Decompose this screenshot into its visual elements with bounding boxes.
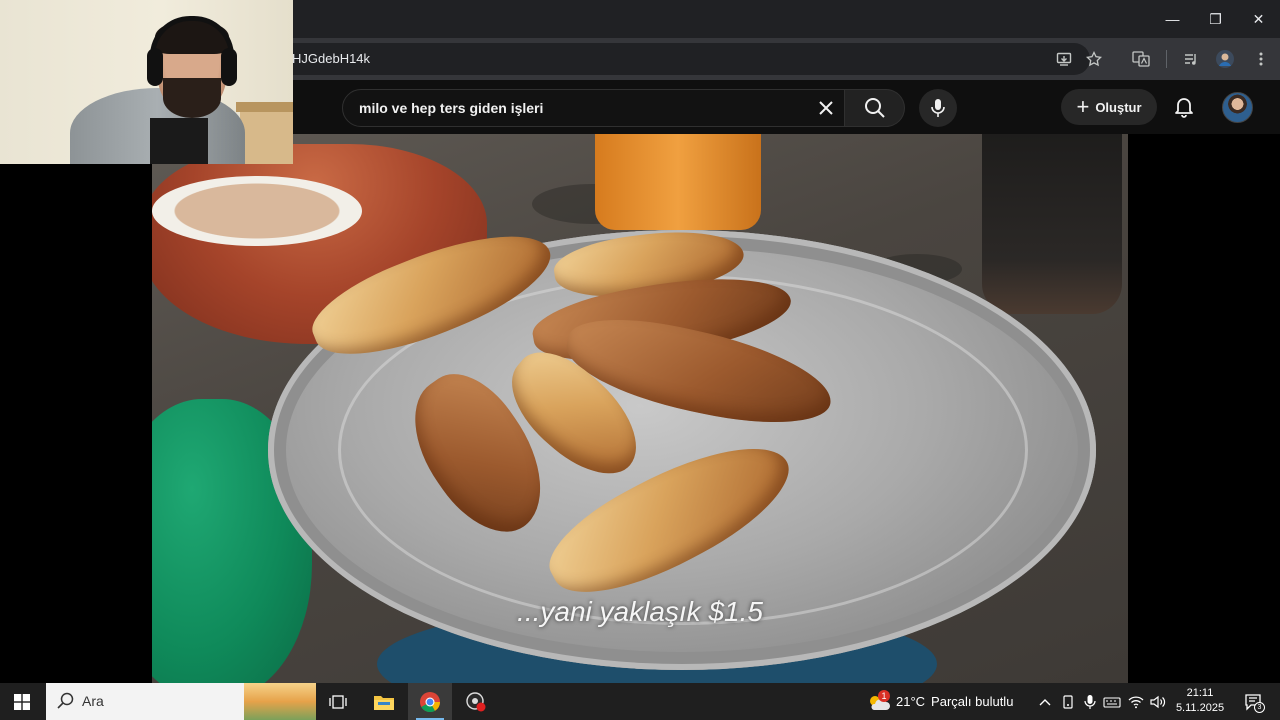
taskbar-search-placeholder: Ara bbox=[82, 693, 104, 709]
url-text: HJGdebH14k bbox=[292, 51, 371, 66]
weather-temperature: 21°C bbox=[896, 694, 926, 709]
webcam-person-shirt bbox=[150, 118, 208, 164]
account-avatar[interactable] bbox=[1222, 92, 1253, 123]
show-hidden-icons-chevron-icon[interactable] bbox=[1034, 683, 1056, 720]
video-frame[interactable]: ...yani yaklaşık $1.5 bbox=[152, 134, 1128, 683]
toolbar-separator bbox=[1166, 50, 1167, 68]
search-input[interactable]: milo ve hep ters giden işleri bbox=[342, 89, 845, 127]
weather-widget[interactable]: 1 21°C Parçalı bulutlu bbox=[866, 683, 1013, 720]
task-view-icon bbox=[329, 694, 347, 709]
chrome-icon bbox=[420, 691, 441, 712]
clear-search-icon[interactable] bbox=[810, 92, 842, 124]
translate-icon[interactable] bbox=[1126, 43, 1156, 75]
webcam-shelf bbox=[240, 105, 293, 164]
start-button[interactable] bbox=[0, 683, 44, 720]
record-app-icon bbox=[466, 691, 486, 711]
media-controls-icon[interactable] bbox=[1176, 43, 1206, 75]
plus-icon: + bbox=[1076, 94, 1090, 119]
notification-icon: 3 bbox=[1244, 693, 1265, 713]
headphones-band bbox=[150, 16, 234, 56]
white-bowl bbox=[152, 176, 362, 246]
clock-time: 21:11 bbox=[1186, 687, 1214, 699]
window-controls: — ❐ ✕ bbox=[1151, 0, 1280, 38]
bookmark-star-icon[interactable] bbox=[1080, 43, 1108, 75]
webcam-shelf-top bbox=[236, 102, 293, 112]
keyboard-language-icon[interactable] bbox=[1101, 683, 1123, 720]
video-subtitle: ...yani yaklaşık $1.5 bbox=[517, 596, 763, 627]
system-clock[interactable]: 21:11 5.11.2025 bbox=[1170, 686, 1230, 716]
search-icon bbox=[57, 692, 74, 709]
search-icon bbox=[864, 98, 885, 118]
notifications-button[interactable] bbox=[1166, 89, 1202, 125]
person-legs bbox=[982, 134, 1122, 314]
chrome-menu-icon[interactable] bbox=[1246, 43, 1276, 75]
microphone-icon bbox=[931, 99, 945, 117]
weather-description: Parçalı bulutlu bbox=[931, 694, 1014, 709]
webcam-overlay bbox=[0, 0, 293, 164]
close-button[interactable]: ✕ bbox=[1237, 0, 1280, 38]
file-explorer-button[interactable] bbox=[362, 683, 406, 720]
search-highlight-image bbox=[244, 683, 316, 720]
voice-search-button[interactable] bbox=[919, 89, 957, 127]
restore-button[interactable]: ❐ bbox=[1194, 0, 1237, 38]
volume-icon[interactable] bbox=[1147, 683, 1169, 720]
weather-alert-badge: 1 bbox=[878, 689, 890, 702]
create-button[interactable]: + Oluştur bbox=[1061, 89, 1157, 125]
folder-icon bbox=[374, 695, 394, 710]
device-icon[interactable] bbox=[1057, 683, 1079, 720]
profile-avatar-icon[interactable] bbox=[1210, 43, 1240, 75]
clock-date: 5.11.2025 bbox=[1175, 702, 1225, 714]
recording-app-button[interactable] bbox=[454, 683, 498, 720]
search-button[interactable] bbox=[845, 89, 905, 127]
webcam-person-beard bbox=[163, 78, 221, 118]
microphone-tray-icon[interactable] bbox=[1079, 683, 1101, 720]
windows-logo-icon bbox=[14, 693, 30, 710]
weather-icon: 1 bbox=[866, 689, 890, 712]
minimize-button[interactable]: — bbox=[1151, 0, 1194, 38]
windows-taskbar: Ara 1 21°C Parçalı bulutlu 21:11 5.11.20… bbox=[0, 683, 1280, 720]
address-bar[interactable]: HJGdebH14k bbox=[250, 43, 1102, 75]
taskbar-search-box[interactable]: Ara bbox=[46, 683, 316, 720]
video-player[interactable]: ...yani yaklaşık $1.5 bbox=[0, 134, 1280, 683]
screen: — ❐ ✕ HJGdebH14k milo ve hep ters giden … bbox=[0, 0, 1280, 720]
search-query-text: milo ve hep ters giden işleri bbox=[359, 100, 544, 116]
bell-icon bbox=[1175, 98, 1193, 118]
install-app-icon[interactable] bbox=[1050, 43, 1078, 75]
notification-count-badge: 3 bbox=[1254, 701, 1265, 713]
chrome-taskbar-button[interactable] bbox=[408, 683, 452, 720]
headphones-left bbox=[147, 48, 163, 86]
headphones-right bbox=[221, 48, 237, 86]
notification-center-button[interactable]: 3 bbox=[1238, 683, 1268, 720]
create-label: Oluştur bbox=[1095, 99, 1142, 115]
task-view-button[interactable] bbox=[316, 683, 360, 720]
orange-container bbox=[595, 134, 761, 230]
wifi-icon[interactable] bbox=[1125, 683, 1147, 720]
